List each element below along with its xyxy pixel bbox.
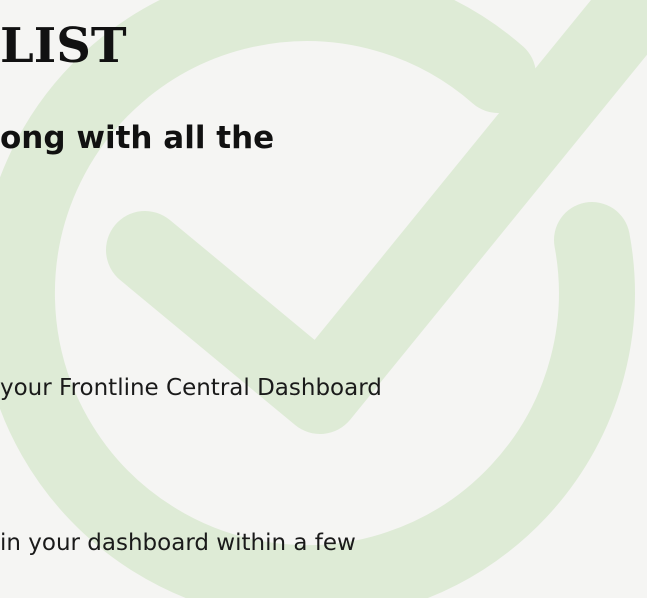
body-text-line: your Frontline Central Dashboard (0, 375, 382, 401)
page-title: LIST (0, 18, 127, 74)
document-page: LIST ong with all the your Frontline Cen… (0, 0, 647, 598)
body-text-line: in your dashboard within a few (0, 530, 356, 556)
page-subtitle: ong with all the (0, 120, 275, 156)
